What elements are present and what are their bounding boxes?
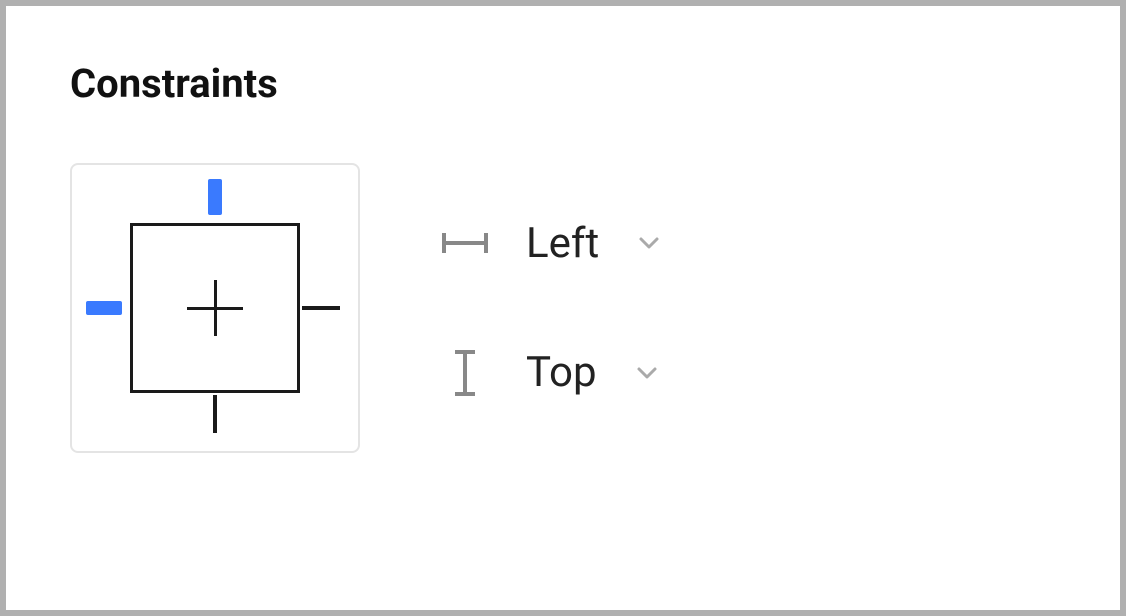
constraint-inner-box <box>130 223 300 393</box>
vertical-arrows-icon <box>440 348 490 398</box>
pin-left-indicator[interactable] <box>86 301 122 315</box>
chevron-down-icon <box>633 359 661 387</box>
section-title: Constraints <box>70 60 1056 107</box>
constraints-row: Left Top <box>70 163 1056 453</box>
horizontal-constraint-dropdown[interactable]: Left <box>440 219 663 268</box>
horizontal-constraint-label: Left <box>526 219 599 268</box>
vertical-constraint-label: Top <box>526 348 597 397</box>
vertical-constraint-dropdown[interactable]: Top <box>440 348 663 398</box>
pin-bottom-indicator[interactable] <box>213 395 217 433</box>
pin-right-indicator[interactable] <box>302 306 340 310</box>
pin-top-indicator[interactable] <box>208 179 222 215</box>
center-cross-vertical[interactable] <box>214 280 217 336</box>
chevron-down-icon <box>635 229 663 257</box>
constraint-visual-widget[interactable] <box>70 163 360 453</box>
constraints-panel: Constraints Left <box>6 6 1120 610</box>
horizontal-arrows-icon <box>440 229 490 257</box>
constraint-dropdowns: Left Top <box>440 219 663 398</box>
